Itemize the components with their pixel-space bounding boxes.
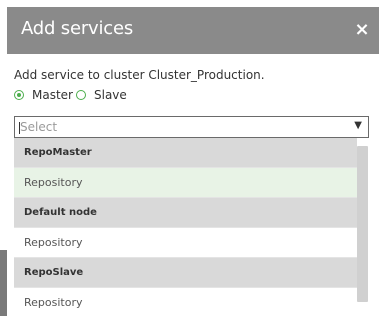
dropdown-group-header: Default node xyxy=(14,198,357,228)
dialog-header: Add services × xyxy=(7,7,379,54)
dialog-description: Add service to cluster Cluster_Productio… xyxy=(14,68,265,82)
dropdown-group-header: RepoSlave xyxy=(14,258,357,288)
chevron-down-icon[interactable]: ▼ xyxy=(354,120,362,131)
group-label: Default node xyxy=(24,207,97,218)
dropdown-option[interactable]: Repository xyxy=(14,228,357,258)
service-dropdown-list: RepoMaster Repository Default node Repos… xyxy=(14,138,357,316)
close-icon[interactable]: × xyxy=(351,17,373,43)
group-label: RepoSlave xyxy=(24,267,84,278)
radio-unchecked-icon xyxy=(76,90,86,100)
option-label: Repository xyxy=(24,296,83,309)
dropdown-option[interactable]: Repository xyxy=(14,288,357,316)
service-select[interactable]: Select ▼ xyxy=(14,116,369,138)
dropdown-option[interactable]: Repository xyxy=(14,168,357,198)
radio-slave-label: Slave xyxy=(94,88,127,102)
radio-master-label: Master xyxy=(32,88,73,102)
group-label: RepoMaster xyxy=(24,147,92,158)
dropdown-group-header: RepoMaster xyxy=(14,138,357,168)
option-label: Repository xyxy=(24,236,83,249)
option-label: Repository xyxy=(24,176,83,189)
dropdown-scrollbar-thumb[interactable] xyxy=(357,146,368,302)
radio-checked-icon xyxy=(14,90,24,100)
select-placeholder: Select xyxy=(20,120,58,134)
dialog-title: Add services xyxy=(21,18,134,39)
